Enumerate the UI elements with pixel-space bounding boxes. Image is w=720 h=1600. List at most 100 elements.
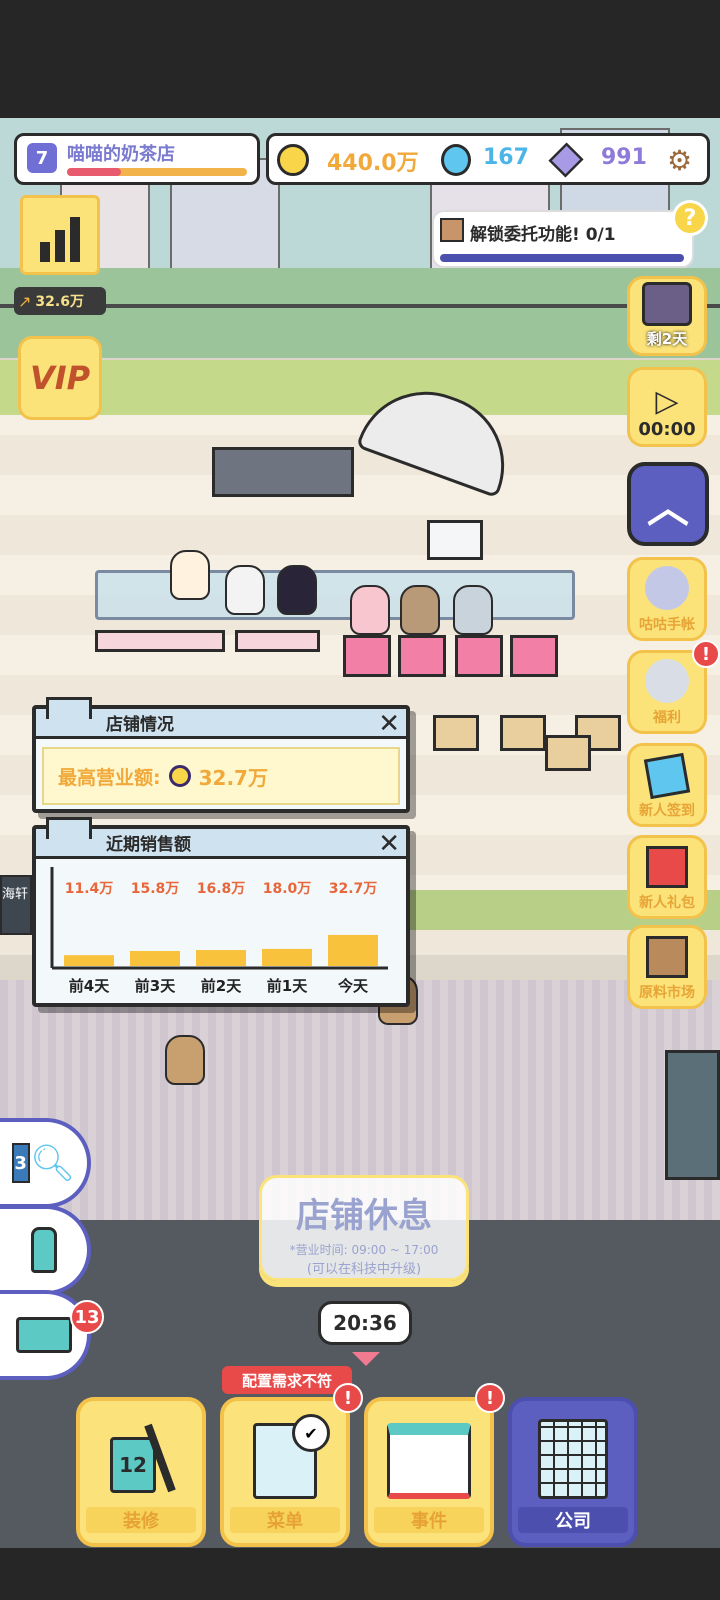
shop-closed-panel: 店铺休息 *营业时间: 09:00 ~ 17:00 (可以在科技中升级) bbox=[259, 1175, 469, 1281]
crate bbox=[433, 715, 479, 751]
office-building-icon bbox=[538, 1419, 608, 1499]
bar-chart-icon bbox=[70, 217, 80, 262]
shop-progress-fill bbox=[67, 168, 121, 176]
notebook-button[interactable]: 咕咕手帐 bbox=[627, 557, 707, 641]
store-info-title: 店铺情况 bbox=[106, 715, 174, 735]
bar-chart-icon bbox=[40, 242, 50, 262]
store-info-titlebar: 店铺情况 ✕ bbox=[36, 697, 406, 739]
coin-icon[interactable] bbox=[277, 144, 309, 176]
nav-events[interactable]: 事件 bbox=[364, 1397, 494, 1547]
income-rate-badge: ↗ 32.6万 bbox=[14, 287, 106, 315]
shop-info-panel[interactable]: 7 喵喵的奶茶店 bbox=[14, 133, 260, 185]
nav-events-label: 事件 bbox=[374, 1507, 484, 1533]
shop-awning bbox=[212, 447, 354, 497]
cat-character[interactable] bbox=[400, 585, 440, 635]
cat-envelope-icon bbox=[645, 659, 689, 703]
stats-button[interactable] bbox=[20, 195, 100, 275]
table bbox=[235, 630, 320, 652]
notebook-label: 咕咕手帐 bbox=[639, 617, 695, 633]
scroll-icon bbox=[440, 218, 464, 242]
video-timer: 00:00 bbox=[638, 419, 696, 440]
best-sales-row: 最高营业额: 32.7万 bbox=[42, 747, 400, 805]
building-icon bbox=[46, 817, 92, 839]
sales-value-label: 15.8万 bbox=[131, 881, 180, 897]
search-icon: 🔍︎ bbox=[29, 1143, 76, 1184]
sales-bar bbox=[64, 955, 114, 966]
close-icon[interactable]: ✕ bbox=[378, 831, 400, 857]
cat-customer[interactable] bbox=[165, 1035, 205, 1085]
purple-gem-amount: 991 bbox=[601, 145, 647, 170]
purple-gem-icon[interactable] bbox=[548, 142, 584, 178]
coin-amount: 440.0万 bbox=[327, 151, 419, 176]
settings-gear-icon[interactable]: ⚙ bbox=[667, 144, 692, 177]
cup-icon bbox=[30, 1227, 57, 1273]
help-icon[interactable]: ? bbox=[672, 200, 708, 236]
trees bbox=[0, 268, 720, 358]
search-tool-button[interactable]: 3 🔍︎ bbox=[0, 1118, 91, 1208]
shop-progress-bar bbox=[67, 168, 247, 176]
video-ad-button[interactable]: ▷ 00:00 bbox=[627, 367, 707, 447]
countdown-days: 剩2天 bbox=[646, 330, 688, 348]
nav-company[interactable]: 公司 bbox=[508, 1397, 638, 1547]
calendar-icon bbox=[643, 752, 691, 800]
crate bbox=[545, 735, 591, 771]
market-button[interactable]: 原料市场 bbox=[627, 925, 707, 1009]
nav-decorate-label: 装修 bbox=[86, 1507, 196, 1533]
blue-gem-icon[interactable] bbox=[441, 144, 471, 176]
store-info-window: 店铺情况 ✕ 最高营业额: 32.7万 bbox=[32, 697, 410, 813]
upgrade-note: (可以在科技中升级) bbox=[306, 1262, 422, 1277]
currency-panel: 440.0万 167 991 ⚙ bbox=[266, 133, 710, 185]
gift-box-icon bbox=[646, 846, 688, 888]
bus-stop bbox=[665, 1050, 720, 1180]
sales-day-label: 前1天 bbox=[267, 977, 308, 995]
collapse-up-icon[interactable]: ︿ bbox=[627, 462, 709, 546]
play-icon: ▷ bbox=[655, 384, 679, 419]
cat-witch-character[interactable] bbox=[277, 565, 317, 615]
nav-decorate[interactable]: 12 装修 bbox=[76, 1397, 206, 1547]
display-case bbox=[427, 520, 483, 560]
calendar-board-icon bbox=[387, 1423, 471, 1499]
paint-bucket-icon: 12 bbox=[104, 1423, 178, 1499]
gift-pack-button[interactable]: 新人礼包 bbox=[627, 835, 707, 919]
sales-value-label: 11.4万 bbox=[65, 881, 114, 897]
income-rate-value: 32.6万 bbox=[35, 294, 84, 310]
register-stand[interactable] bbox=[510, 635, 558, 677]
sales-value-label: 18.0万 bbox=[263, 881, 312, 897]
signin-button[interactable]: 新人签到 bbox=[627, 743, 707, 827]
cat-character[interactable] bbox=[170, 550, 210, 600]
cat-character[interactable] bbox=[225, 565, 265, 615]
shop-name: 喵喵的奶茶店 bbox=[67, 144, 175, 165]
vip-button[interactable]: VIP bbox=[18, 336, 102, 420]
quest-panel[interactable]: 解锁委托功能! 0/1 bbox=[432, 210, 694, 268]
menu-alert-badge: ! bbox=[333, 1383, 363, 1413]
bar-chart-icon bbox=[55, 230, 65, 262]
gift-pack-label: 新人礼包 bbox=[639, 895, 695, 911]
sales-value-label: 16.8万 bbox=[197, 881, 246, 897]
cat-character[interactable] bbox=[350, 585, 390, 635]
navigation-bar-area bbox=[0, 1548, 720, 1600]
trend-up-icon: ↗ bbox=[18, 291, 32, 311]
market-label: 原料市场 bbox=[639, 985, 695, 1001]
welfare-label: 福利 bbox=[653, 710, 681, 726]
register-stand[interactable] bbox=[398, 635, 446, 677]
vip-label: VIP bbox=[29, 359, 91, 397]
street-sign: 海轩 bbox=[0, 875, 32, 935]
nav-menu[interactable]: ✔ 菜单 bbox=[220, 1397, 350, 1547]
cat-character[interactable] bbox=[453, 585, 493, 635]
crate bbox=[500, 715, 546, 751]
nav-menu-label: 菜单 bbox=[230, 1507, 340, 1533]
game-clock: 20:36 bbox=[318, 1301, 412, 1345]
sales-day-label: 前2天 bbox=[201, 977, 242, 995]
register-stand[interactable] bbox=[343, 635, 391, 677]
keyhole-icon bbox=[642, 282, 692, 326]
register-stand[interactable] bbox=[455, 635, 503, 677]
sales-bar bbox=[130, 950, 180, 966]
close-icon[interactable]: ✕ bbox=[378, 711, 400, 737]
menu-list-icon: ✔ bbox=[253, 1414, 330, 1499]
limited-event-button[interactable]: 剩2天 bbox=[627, 276, 707, 356]
status-bar-area bbox=[0, 0, 720, 118]
best-sales-label: 最高营业额: bbox=[58, 766, 161, 789]
sales-day-label: 前4天 bbox=[69, 977, 110, 995]
sales-titlebar: 近期销售额 ✕ bbox=[36, 817, 406, 859]
cup-tool-button[interactable] bbox=[0, 1205, 91, 1295]
